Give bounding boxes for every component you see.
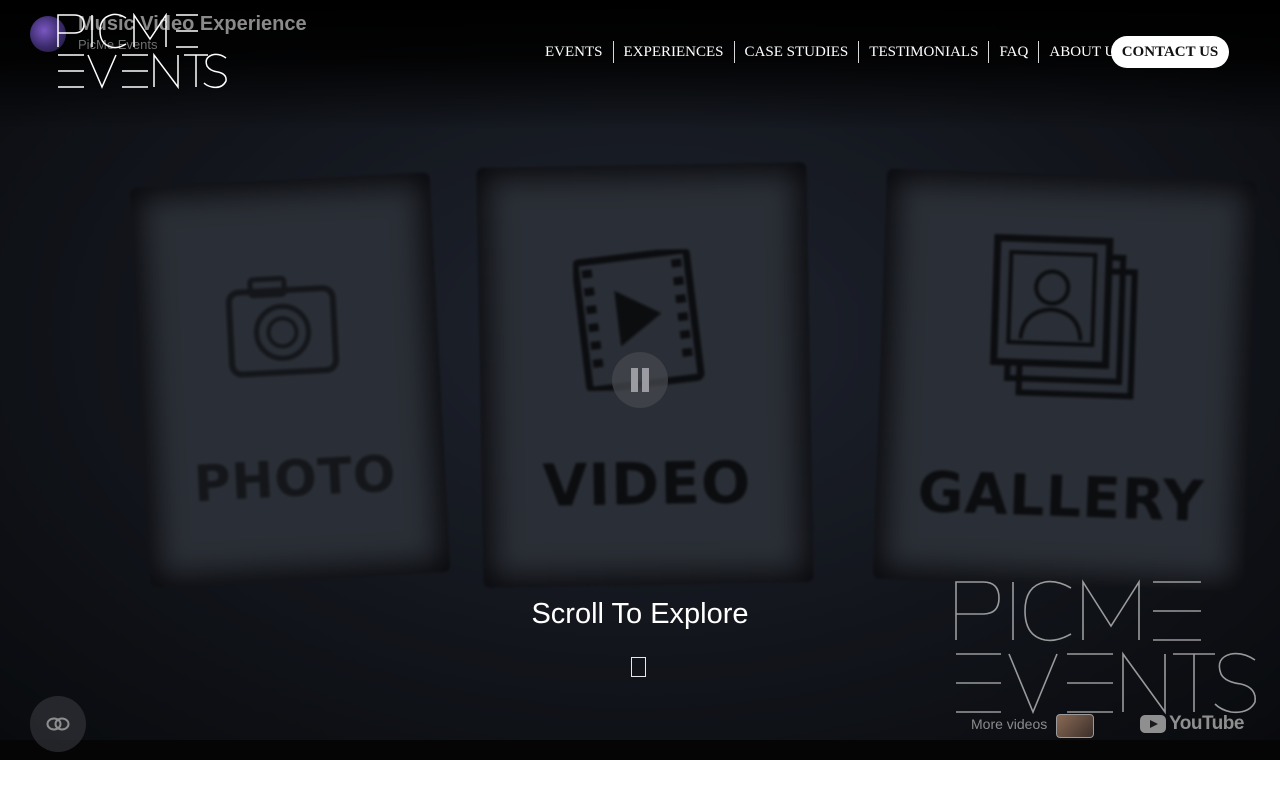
scroll-down-icon[interactable] xyxy=(631,657,646,677)
contact-us-button[interactable]: CONTACT US xyxy=(1111,36,1229,68)
pause-button[interactable] xyxy=(612,352,668,408)
nav-testimonials[interactable]: TESTIMONIALS xyxy=(858,41,988,63)
watermark-logo xyxy=(955,579,1257,715)
more-videos-thumbnail[interactable] xyxy=(1056,714,1094,738)
more-videos-label[interactable]: More videos xyxy=(971,716,1047,732)
hero-video[interactable]: PHOTO VIDEO GALLERY Music Video Experien… xyxy=(0,0,1280,760)
nav-faq[interactable]: FAQ xyxy=(988,41,1038,63)
scroll-to-explore: Scroll To Explore xyxy=(531,598,749,630)
nav-experiences[interactable]: EXPERIENCES xyxy=(612,41,734,63)
video-bottom-strip xyxy=(0,740,1280,760)
pause-icon xyxy=(631,368,638,392)
copy-link-button[interactable] xyxy=(30,696,86,752)
youtube-word: YouTube xyxy=(1169,713,1244,734)
main-nav: EVENTS EXPERIENCES CASE STUDIES TESTIMON… xyxy=(535,40,1134,64)
nav-case-studies[interactable]: CASE STUDIES xyxy=(733,41,859,63)
nav-events[interactable]: EVENTS xyxy=(535,41,613,63)
picme-events-logo[interactable] xyxy=(56,13,228,91)
link-icon xyxy=(46,717,70,731)
